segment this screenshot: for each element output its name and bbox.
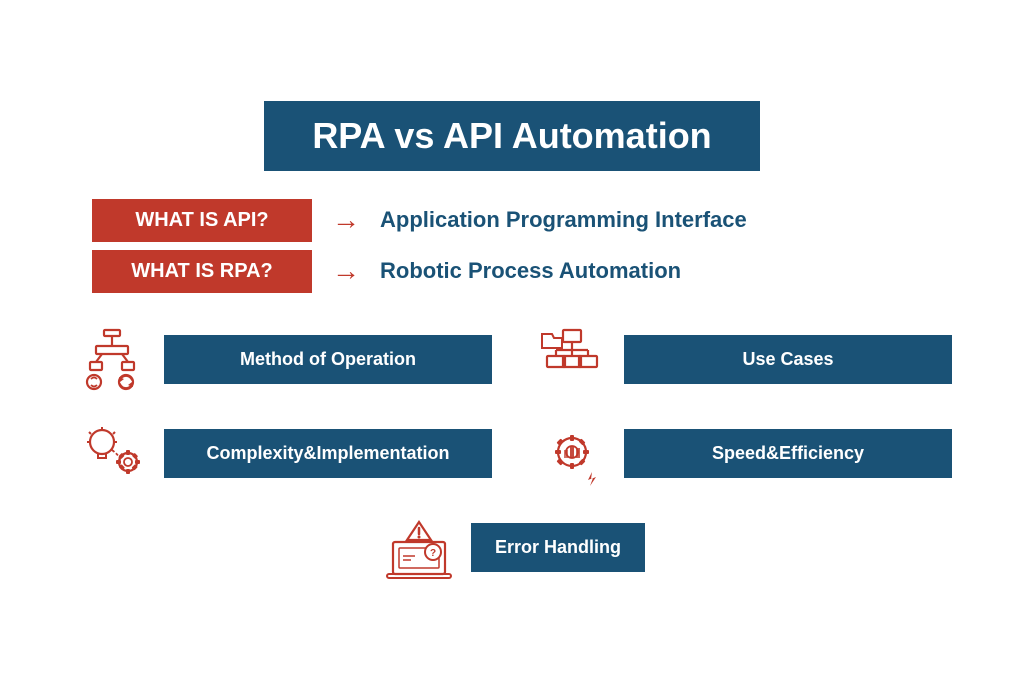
api-arrow-icon: → [332,204,360,236]
complexity-implementation-label: Complexity&Implementation [164,429,492,478]
page-title: RPA vs API Automation [312,115,711,156]
api-description: Application Programming Interface [380,207,747,233]
gear-chart-icon [532,419,612,489]
rpa-arrow-icon: → [332,255,360,287]
category-row-3: ? Error Handling [72,513,952,583]
category-row-2: Complexity&Implementation [72,419,952,489]
use-cases-label: Use Cases [624,335,952,384]
page-container: RPA vs API Automation WHAT IS API? → App… [32,101,992,583]
error-handling-item: ? Error Handling [379,513,645,583]
method-of-operation-item: Method of Operation [72,325,492,395]
category-row-1: Method of Operation [72,325,952,395]
use-cases-item: Use Cases [532,325,952,395]
svg-text:?: ? [430,548,436,559]
api-label: WHAT IS API? [92,199,312,242]
network-icon [532,325,612,395]
rpa-icon [72,325,152,395]
rpa-description: Robotic Process Automation [380,258,681,284]
bulb-icon [72,419,152,489]
complexity-implementation-item: Complexity&Implementation [72,419,492,489]
rpa-label: WHAT IS RPA? [92,250,312,293]
speed-efficiency-label: Speed&Efficiency [624,429,952,478]
error-handling-label: Error Handling [471,523,645,572]
api-definition-row: WHAT IS API? → Application Programming I… [92,199,932,242]
error-icon: ? [379,513,459,583]
rpa-definition-row: WHAT IS RPA? → Robotic Process Automatio… [92,250,932,293]
categories-section: Method of Operation [32,325,992,583]
speed-efficiency-item: Speed&Efficiency [532,419,952,489]
definitions-section: WHAT IS API? → Application Programming I… [32,199,992,293]
title-box: RPA vs API Automation [264,101,759,171]
method-of-operation-label: Method of Operation [164,335,492,384]
